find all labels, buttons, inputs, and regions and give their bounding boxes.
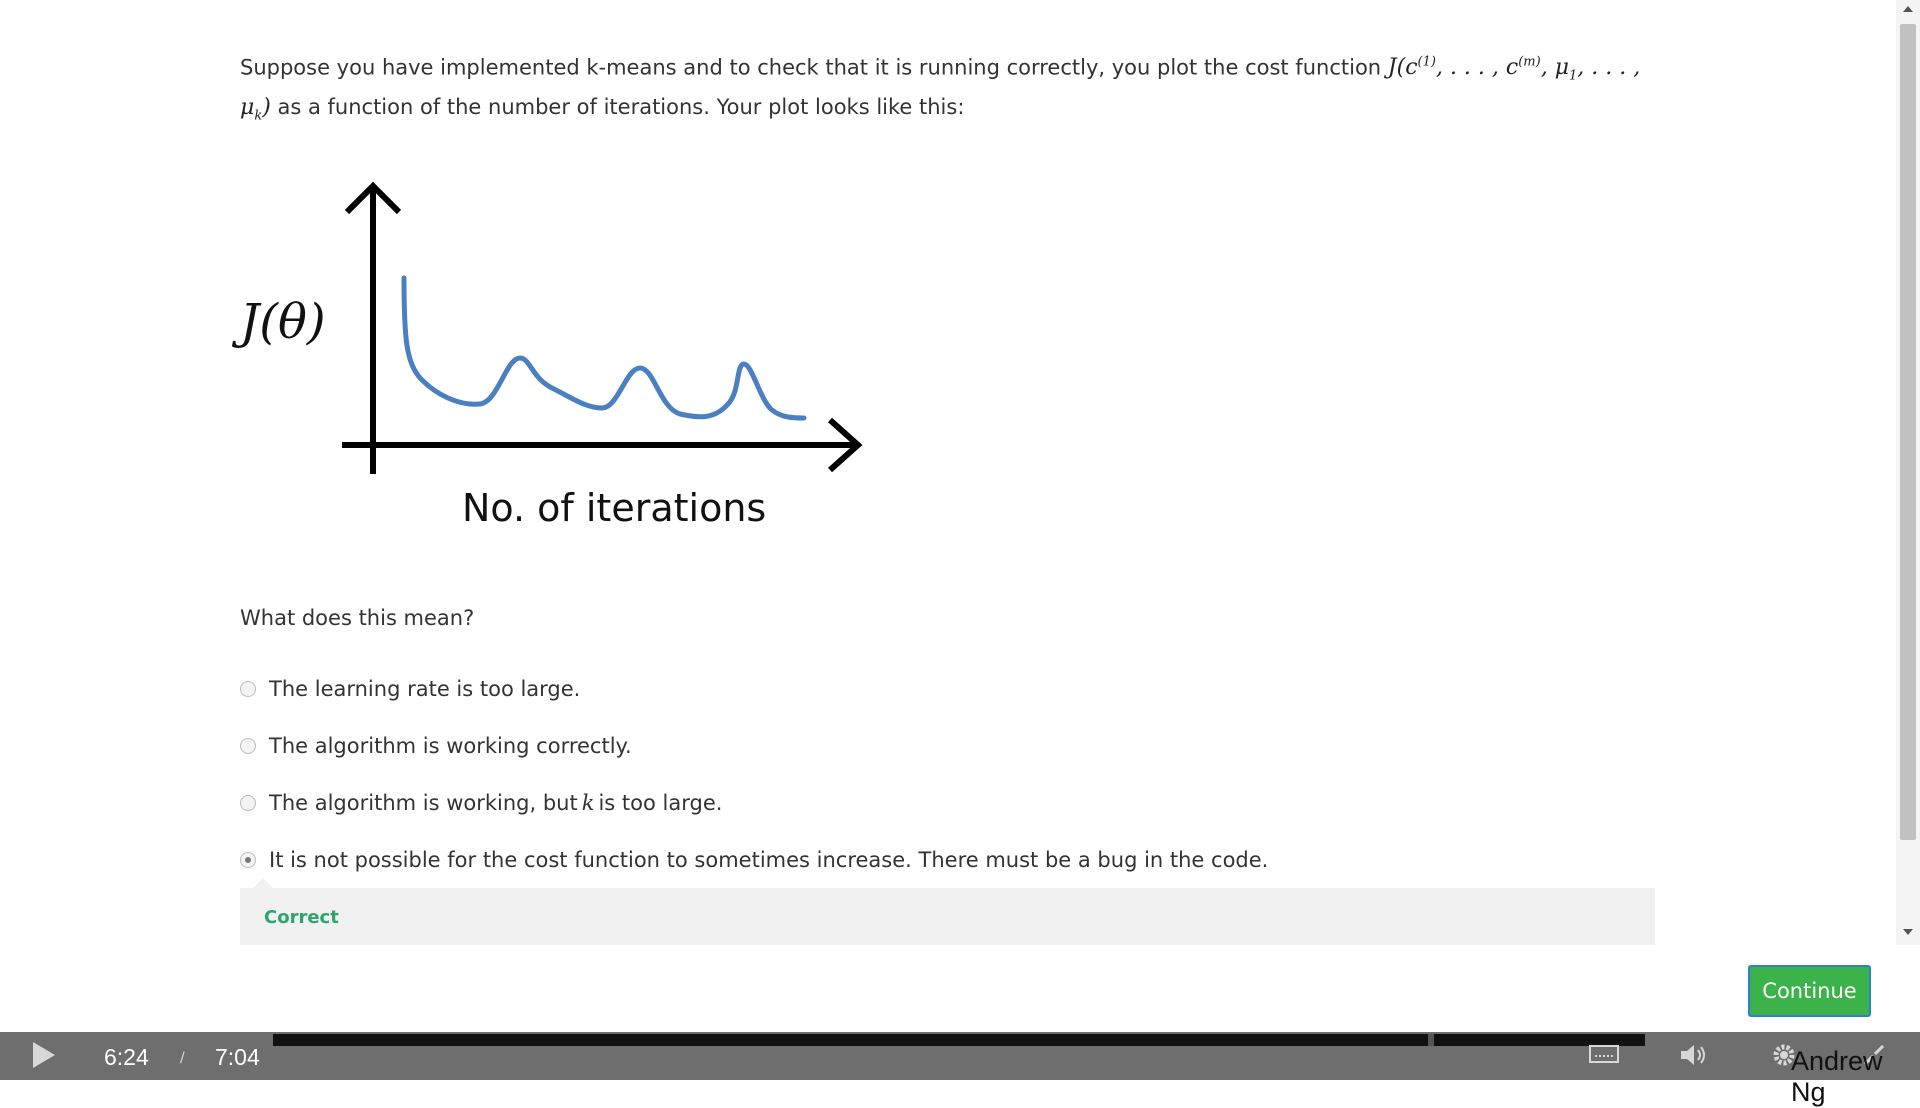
volume-icon[interactable] [1677,1042,1711,1068]
option-radio[interactable] [240,738,256,754]
lecturer-watermark: Andrew Ng [1791,1046,1883,1107]
x-axis-label: No. of iterations [462,486,767,530]
continue-button[interactable]: Continue [1748,965,1871,1017]
option-label-before: The algorithm is working, but [269,791,578,815]
y-axis-label: J(θ) [240,294,326,350]
video-progress-marker[interactable] [1428,1034,1434,1046]
cost-plot-figure: J(θ) No. of iterations [236,168,876,548]
option-label: The algorithm is working correctly. [269,734,632,758]
option-k-too-large[interactable]: The algorithm is working, but k is too l… [240,788,722,818]
question-prompt: What does this mean? [240,606,475,630]
option-working-correctly[interactable]: The algorithm is working correctly. [240,731,632,761]
option-learning-rate[interactable]: The learning rate is too large. [240,674,580,704]
question-text: Suppose you have implemented k-means and… [240,48,1655,131]
option-label: It is not possible for the cost function… [269,848,1269,872]
option-radio-selected[interactable] [240,852,256,868]
option-label-math: k [581,791,595,815]
option-label-after: is too large. [598,791,723,815]
option-radio[interactable] [240,795,256,811]
option-label: The learning rate is too large. [269,677,581,701]
scroll-down-arrow-icon[interactable] [1903,929,1913,935]
feedback-correct-label: Correct [264,907,339,928]
scroll-thumb[interactable] [1900,24,1916,840]
page-scrollbar[interactable] [1896,0,1920,945]
captions-icon[interactable] [1587,1042,1621,1068]
question-text-before: Suppose you have implemented k-means and… [240,55,1382,80]
question-block: Suppose you have implemented k-means and… [240,48,1655,131]
play-icon[interactable] [33,1042,55,1068]
feedback-box: Correct [240,878,1655,945]
video-progress-track[interactable] [273,1034,1645,1046]
time-separator: / [180,1050,185,1066]
scroll-up-arrow-icon[interactable] [1903,6,1913,12]
current-time: 6:24 [104,1044,149,1070]
cost-curve [401,275,807,421]
question-text-after: as a function of the number of iteration… [277,94,965,119]
duration-time: 7:04 [215,1044,260,1070]
option-radio[interactable] [240,681,256,697]
option-bug-in-code[interactable]: It is not possible for the cost function… [240,845,1268,875]
